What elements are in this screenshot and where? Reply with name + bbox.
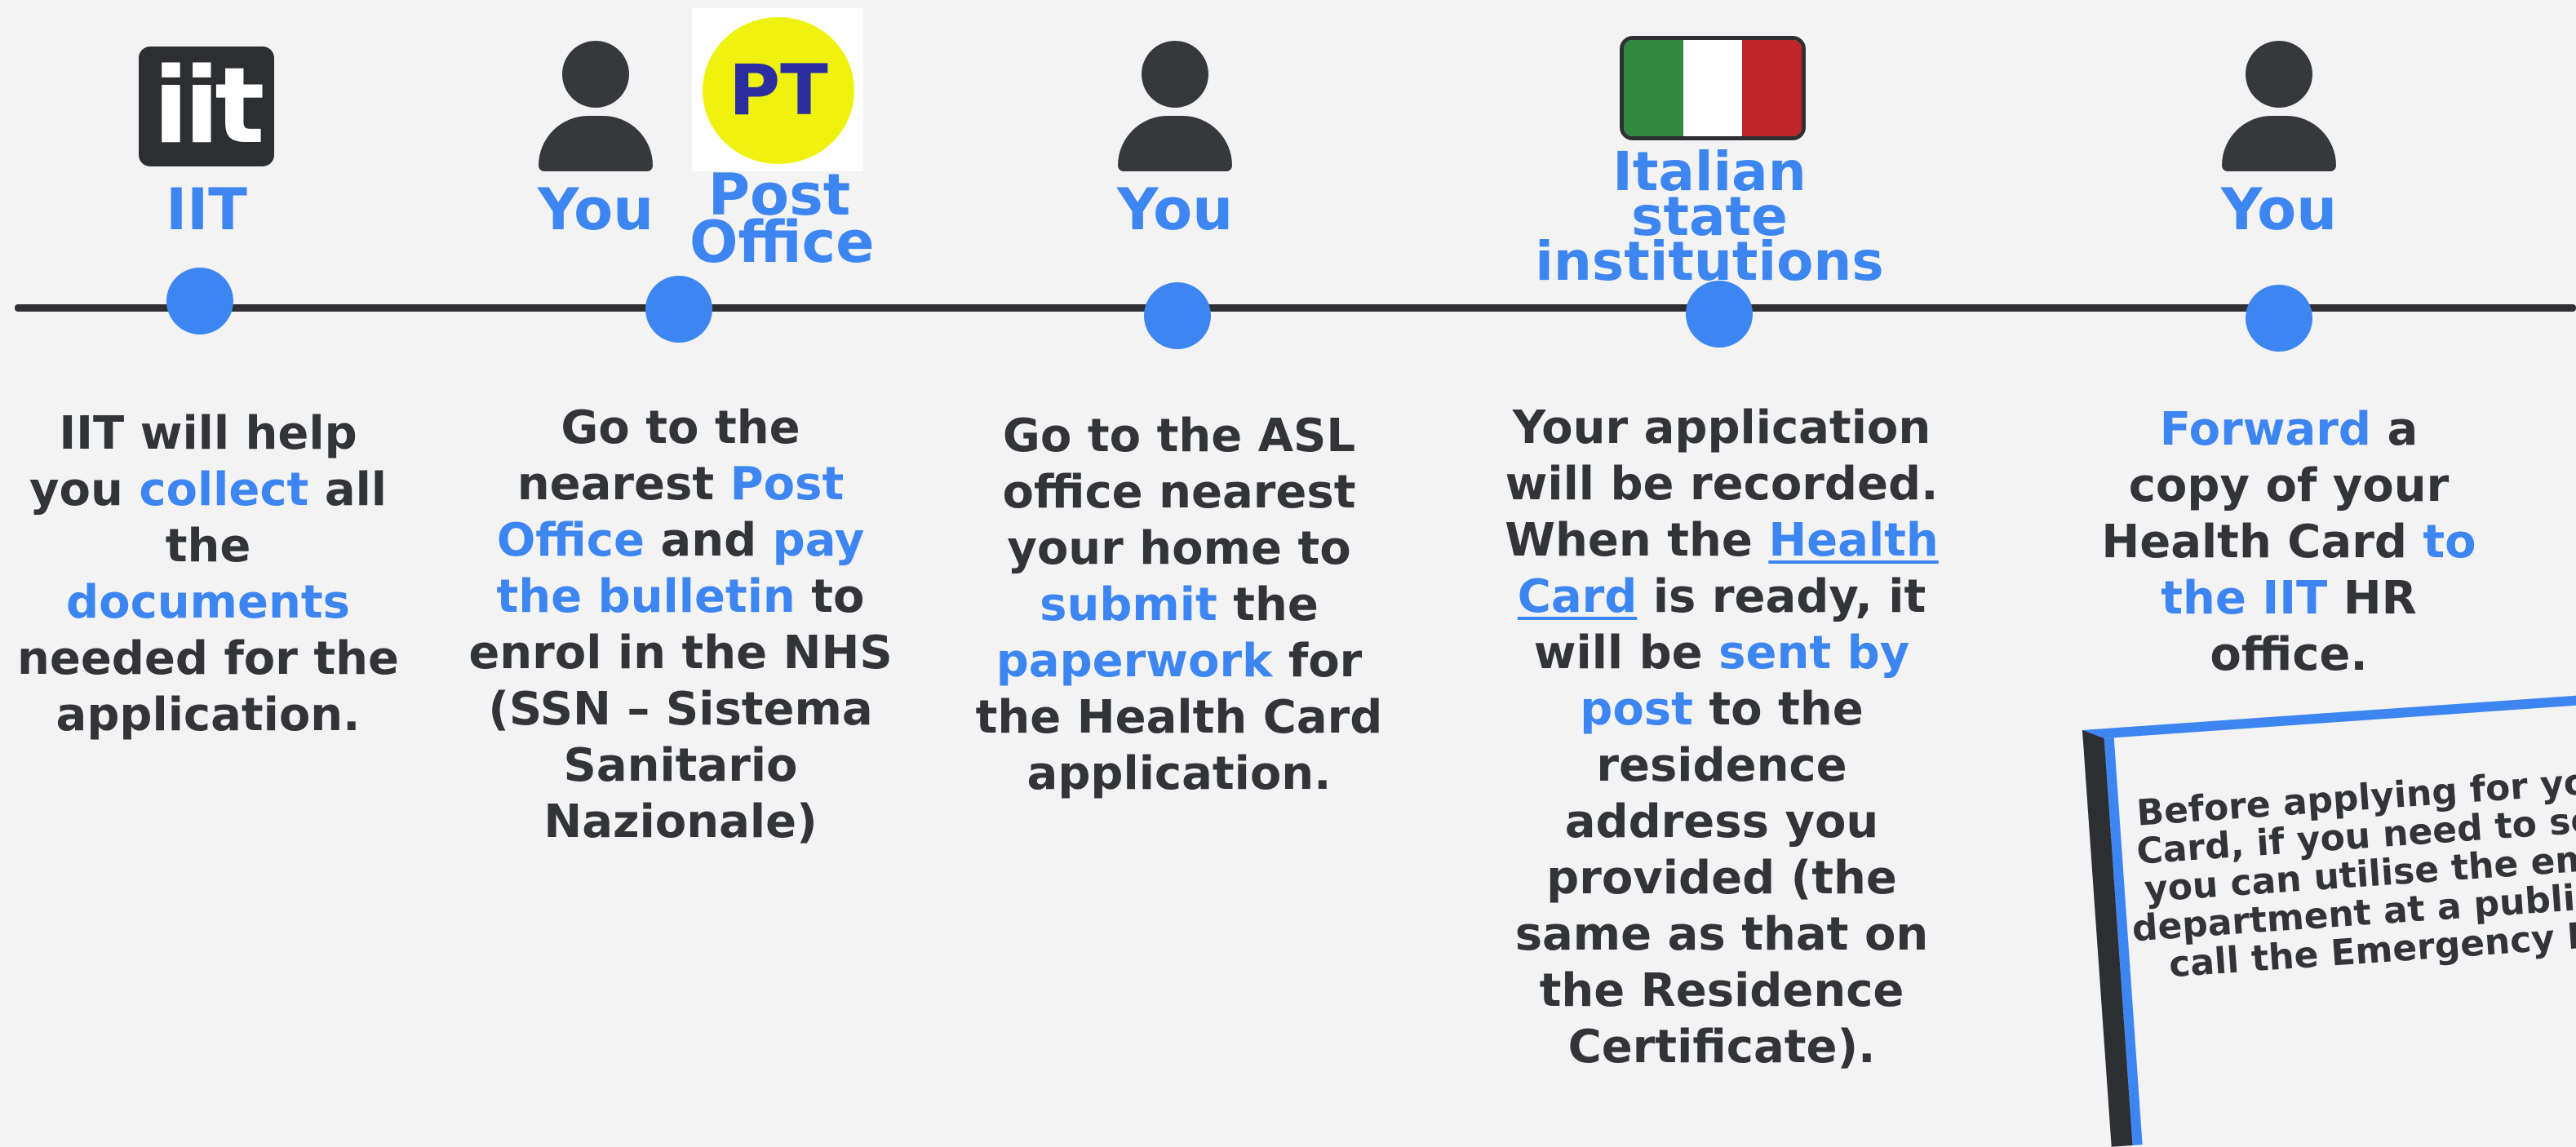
text-segment: Go to the ASL office nearest your home t… [1002, 410, 1356, 575]
highlighted-text: submit [1040, 578, 1217, 631]
step-3-actor: You [1116, 176, 1234, 243]
post-office-logo: PT [692, 8, 863, 171]
text-segment: and [644, 514, 773, 567]
step-1-node [166, 268, 233, 334]
step-4-node [1686, 281, 1753, 348]
highlighted-text: Forward [2159, 403, 2371, 456]
highlighted-text: documents [66, 576, 350, 629]
step-3-description: Go to the ASL office nearest your home t… [975, 408, 1383, 802]
italian-flag-icon [1620, 36, 1806, 140]
person-icon [539, 41, 653, 171]
text-segment: needed for the application. [16, 632, 400, 742]
iit-logo: iit [139, 46, 274, 166]
step-1-description: IIT will help you collect all the docume… [16, 405, 400, 743]
step-5-actor: You [2220, 176, 2338, 243]
highlighted-text: collect [139, 463, 309, 516]
step-5-description: Forward a copy of your Health Card to th… [2101, 401, 2476, 683]
step-4-description: Your application will be recorded. When … [1501, 400, 1942, 1075]
post-office-logo-text: PT [703, 17, 854, 164]
step-1-actor: IIT [166, 176, 247, 243]
step-2-description: Go to the nearest Post Office and pay th… [468, 400, 893, 850]
text-segment: the [1217, 578, 1319, 631]
step-2-actor: You [537, 176, 654, 243]
step-2-node [645, 276, 712, 343]
step-3-node [1144, 282, 1211, 349]
person-icon [1118, 41, 1232, 171]
step-4-actor: Italian state institutions [1535, 140, 1884, 293]
timeline-line [15, 304, 2576, 312]
note-text: Before applying for you Card, if you nee… [2122, 760, 2576, 987]
text-segment: to the residence address you provided (t… [1514, 683, 1929, 1074]
step-5-node [2246, 285, 2312, 352]
step-2-actor-secondary: Post Office [689, 162, 875, 276]
highlighted-text: paperwork [995, 635, 1273, 688]
person-icon [2222, 41, 2336, 171]
